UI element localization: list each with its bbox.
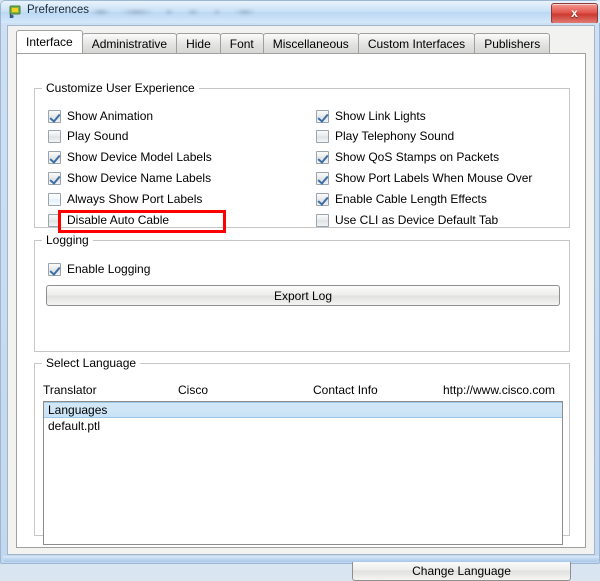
checkbox-use-cli-as-device-default-tab[interactable]: Use CLI as Device Default Tab xyxy=(316,212,498,228)
tab-custom-interfaces[interactable]: Custom Interfaces xyxy=(357,33,476,53)
change-language-button-label: Change Language xyxy=(412,563,511,578)
logging-group-title: Logging xyxy=(42,233,93,247)
tab-administrative[interactable]: Administrative xyxy=(81,33,178,53)
tab-publishers[interactable]: Publishers xyxy=(474,33,551,53)
change-language-button[interactable]: Change Language xyxy=(352,560,571,581)
column-header-vendor: Cisco xyxy=(178,383,209,397)
checkbox-play-telephony-sound[interactable]: Play Telephony Sound xyxy=(316,128,454,144)
interface-tab-panel: Customize User Experience Show Animation… xyxy=(16,53,586,581)
tab-font[interactable]: Font xyxy=(219,33,264,53)
checkbox-show-device-model-labels-box[interactable] xyxy=(48,150,61,164)
checkbox-enable-logging[interactable]: Enable Logging xyxy=(48,261,150,277)
column-header-translator: Translator xyxy=(43,383,97,397)
checkbox-show-port-labels-when-mouse-over-box[interactable] xyxy=(316,171,329,185)
checkbox-show-port-labels-when-mouse-over[interactable]: Show Port Labels When Mouse Over xyxy=(316,170,532,186)
column-header-url: http://www.cisco.com xyxy=(443,383,556,397)
customize-group-title: Customize User Experience xyxy=(42,81,199,95)
tab-hide[interactable]: Hide xyxy=(176,33,221,53)
tab-interface[interactable]: Interface xyxy=(16,30,83,53)
list-item[interactable]: default.ptl xyxy=(44,418,562,434)
tab-administrative-label: Administrative xyxy=(91,37,168,51)
window-title: Preferences xyxy=(27,4,90,16)
tab-font-label: Font xyxy=(229,37,254,51)
column-header-contact-info: Contact Info xyxy=(313,383,378,397)
tab-miscellaneous[interactable]: Miscellaneous xyxy=(262,33,359,53)
tab-miscellaneous-label: Miscellaneous xyxy=(272,37,349,51)
checkbox-always-show-port-labels-label: Always Show Port Labels xyxy=(67,191,203,206)
checkbox-show-qos-stamps-on-packets[interactable]: Show QoS Stamps on Packets xyxy=(316,149,499,165)
customize-user-experience-group: Customize User Experience Show Animation… xyxy=(34,81,570,233)
checkbox-play-telephony-sound-label: Play Telephony Sound xyxy=(335,128,455,143)
logging-group: Logging Enable Logging Export Log xyxy=(34,233,570,352)
list-item-label: Languages xyxy=(48,403,108,417)
checkbox-show-device-name-labels-label: Show Device Name Labels xyxy=(67,170,212,185)
checkbox-enable-logging-box[interactable] xyxy=(48,262,61,276)
tab-interface-label: Interface xyxy=(26,35,73,49)
select-language-group: Select Language Translator Cisco Contact… xyxy=(34,356,571,581)
checkbox-play-sound-box[interactable] xyxy=(48,129,61,143)
checkbox-show-device-model-labels-label: Show Device Model Labels xyxy=(67,149,212,164)
preferences-window: Preferences x Interface Administrative H… xyxy=(0,0,600,581)
language-list[interactable]: Languages default.ptl xyxy=(43,401,563,545)
checkbox-show-link-lights-box[interactable] xyxy=(316,109,329,123)
checkbox-play-sound[interactable]: Play Sound xyxy=(48,128,128,144)
checkbox-disable-auto-cable-label: Disable Auto Cable xyxy=(67,212,170,227)
tab-custom-interfaces-label: Custom Interfaces xyxy=(367,37,466,51)
checkbox-show-link-lights[interactable]: Show Link Lights xyxy=(316,108,426,124)
list-item-label: default.ptl xyxy=(48,419,101,433)
checkbox-show-qos-stamps-on-packets-label: Show QoS Stamps on Packets xyxy=(335,149,500,164)
language-group-title: Select Language xyxy=(42,356,141,370)
close-button[interactable]: x xyxy=(551,3,598,23)
title-bar: Preferences x xyxy=(1,1,600,23)
checkbox-play-sound-label: Play Sound xyxy=(67,128,129,143)
checkbox-show-link-lights-label: Show Link Lights xyxy=(335,108,426,123)
checkbox-always-show-port-labels[interactable]: Always Show Port Labels xyxy=(48,191,202,207)
dialog-client-area: Interface Administrative Hide Font Misce… xyxy=(7,25,595,581)
packet-tracer-flag-icon xyxy=(8,5,22,19)
window-bottom-edge xyxy=(3,556,599,562)
checkbox-play-telephony-sound-box[interactable] xyxy=(316,129,329,143)
checkbox-use-cli-as-device-default-tab-label: Use CLI as Device Default Tab xyxy=(335,212,499,227)
checkbox-show-device-name-labels[interactable]: Show Device Name Labels xyxy=(48,170,211,186)
list-item[interactable]: Languages xyxy=(44,402,562,418)
export-log-button[interactable]: Export Log xyxy=(46,285,560,306)
checkbox-show-animation-box[interactable] xyxy=(48,109,61,123)
checkbox-show-device-model-labels[interactable]: Show Device Model Labels xyxy=(48,149,212,165)
redacted-title-suffix xyxy=(89,5,269,18)
checkbox-show-qos-stamps-on-packets-box[interactable] xyxy=(316,150,329,164)
tab-strip: Interface Administrative Hide Font Misce… xyxy=(16,30,551,53)
tab-publishers-label: Publishers xyxy=(484,37,541,51)
checkbox-enable-logging-label: Enable Logging xyxy=(67,261,151,276)
checkbox-disable-auto-cable[interactable]: Disable Auto Cable xyxy=(48,212,169,228)
checkbox-show-device-name-labels-box[interactable] xyxy=(48,171,61,185)
checkbox-enable-cable-length-effects-box[interactable] xyxy=(316,192,329,206)
checkbox-show-animation-label: Show Animation xyxy=(67,108,154,123)
checkbox-use-cli-as-device-default-tab-box[interactable] xyxy=(316,213,329,227)
checkbox-enable-cable-length-effects-label: Enable Cable Length Effects xyxy=(335,191,487,206)
close-icon: x xyxy=(571,6,578,20)
checkbox-always-show-port-labels-box[interactable] xyxy=(48,192,61,206)
checkbox-enable-cable-length-effects[interactable]: Enable Cable Length Effects xyxy=(316,191,487,207)
tab-hide-label: Hide xyxy=(186,37,211,51)
export-log-button-label: Export Log xyxy=(273,288,333,303)
checkbox-show-port-labels-when-mouse-over-label: Show Port Labels When Mouse Over xyxy=(335,170,533,185)
checkbox-show-animation[interactable]: Show Animation xyxy=(48,108,153,124)
checkbox-disable-auto-cable-box[interactable] xyxy=(48,213,61,227)
